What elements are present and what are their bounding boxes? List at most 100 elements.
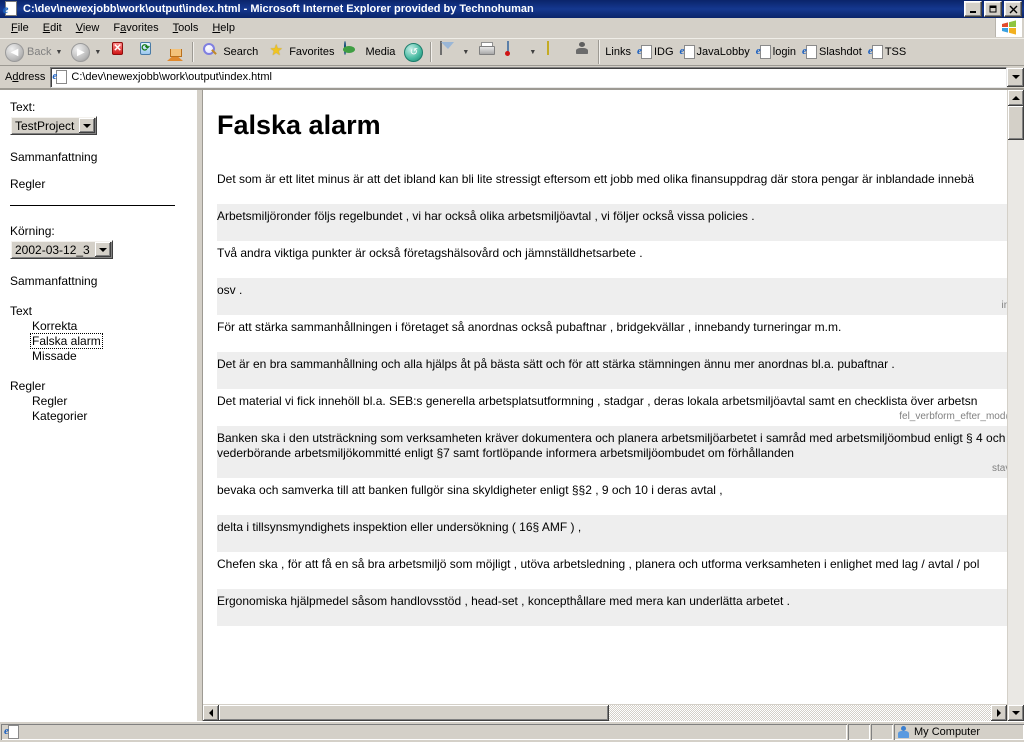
title-bar: e C:\dev\newexjobb\work\output\index.htm…	[0, 0, 1024, 18]
media-button[interactable]: Media	[338, 41, 399, 63]
discuss-button[interactable]	[540, 41, 568, 63]
sidebar-item-falska-alarm[interactable]: Falska alarm	[30, 333, 103, 349]
vertical-scroll-thumb[interactable]	[1008, 106, 1024, 140]
scroll-left-button[interactable]	[203, 705, 219, 721]
menu-edit[interactable]: Edit	[36, 20, 69, 36]
links-label: Links	[605, 46, 631, 58]
computer-icon	[897, 725, 910, 739]
refresh-button[interactable]: ⟳	[133, 41, 161, 63]
row-meta: sär4nn_nn@sär Läs mer	[217, 537, 1007, 549]
ie-page-icon: e	[802, 45, 818, 59]
ie-page-icon: e	[637, 45, 652, 59]
scroll-right-button[interactable]	[991, 705, 1007, 721]
toolbar-separator-2	[430, 42, 432, 62]
window-title: C:\dev\newexjobb\work\output\index.html …	[23, 3, 534, 15]
address-input[interactable]: e C:\dev\newexjobb\work\output\index.htm…	[50, 66, 1007, 88]
text-project-value: TestProject	[15, 118, 75, 133]
links-bar: Links e IDG e JavaLobby e login e Slashd…	[598, 40, 1024, 64]
sidebar-item-kategorier[interactable]: Kategorier	[32, 409, 188, 423]
row-sentence: bevaka och samverka till att banken full…	[217, 483, 723, 497]
horizontal-scroll-track[interactable]	[219, 705, 991, 721]
link-login[interactable]: e login	[754, 41, 800, 63]
history-button[interactable]: ↺	[399, 41, 427, 63]
text-project-select[interactable]: TestProject	[10, 116, 98, 135]
row-meta: stav1@stavning sär3ann_nnA@sär Läs mer	[217, 337, 1007, 349]
status-pane-2	[848, 724, 870, 740]
favorites-button[interactable]: ★ Favorites	[262, 41, 338, 63]
link-javalobby[interactable]: e JavaLobby	[678, 41, 754, 63]
minimize-button[interactable]	[964, 1, 982, 17]
table-row: delta i tillsynsmyndighets inspektion el…	[217, 515, 1007, 552]
security-zone-label: My Computer	[914, 726, 981, 738]
sidebar-link-regler-1[interactable]: Regler	[10, 177, 188, 191]
row-tags: stav1@stavning ej_modalt_ej_att@verb	[992, 463, 1007, 474]
forward-button[interactable]: ▶ ▼	[66, 41, 105, 63]
home-button[interactable]	[161, 41, 189, 63]
sidebar-link-sammanfattning-1[interactable]: Sammanfattning	[10, 150, 188, 164]
star-icon: ★	[269, 42, 283, 59]
standard-toolbar: ◀ Back ▼ ▶ ▼ ✕ ⟳ Search ★ Favorites Medi…	[0, 38, 1024, 66]
menu-help[interactable]: Help	[205, 20, 242, 36]
scroll-down-button[interactable]	[1008, 705, 1024, 721]
chevron-down-icon	[1012, 711, 1020, 715]
close-button[interactable]	[1004, 1, 1022, 17]
table-row: Det material vi fick innehöll bl.a. SEB:…	[217, 389, 1007, 426]
link-slashdot[interactable]: e Slashdot	[800, 41, 866, 63]
row-sentence: Det material vi fick innehöll bl.a. SEB:…	[217, 394, 978, 408]
vertical-scroll-track[interactable]	[1008, 140, 1024, 705]
history-icon: ↺	[403, 42, 424, 62]
search-button[interactable]: Search	[196, 41, 262, 63]
sidebar-item-korrekta[interactable]: Korrekta	[32, 319, 188, 333]
printer-icon	[477, 42, 497, 62]
media-label: Media	[365, 46, 396, 58]
messenger-button[interactable]	[568, 41, 596, 63]
menu-favorites[interactable]: Favorites	[106, 20, 165, 36]
toolbar-separator	[192, 42, 194, 62]
back-button[interactable]: ◀ Back ▼	[0, 41, 66, 63]
menu-view[interactable]: View	[69, 20, 107, 36]
menu-file[interactable]: FFileile	[4, 20, 36, 36]
row-meta: stav1@stavning Läs mer	[217, 374, 1007, 386]
row-sentence: Det som är ett litet minus är att det ib…	[217, 172, 975, 186]
vertical-scrollbar[interactable]	[1007, 90, 1024, 721]
horizontal-scrollbar[interactable]	[203, 704, 1007, 721]
security-zone-pane[interactable]: My Computer	[894, 724, 1024, 740]
scroll-up-button[interactable]	[1008, 90, 1024, 106]
page-title: Falska alarm	[217, 110, 381, 140]
table-row: bevaka och samverka till att banken full…	[217, 478, 1007, 515]
sidebar-item-regler[interactable]: Regler	[32, 394, 188, 408]
table-row: För att stärka sammanhållningen i företa…	[217, 315, 1007, 352]
row-meta: fel_verbform_efter_mod@verb kommatering2…	[217, 411, 1007, 423]
link-idg[interactable]: e IDG	[635, 41, 678, 63]
back-arrow-icon: ◀	[4, 42, 24, 62]
menu-tools[interactable]: Tools	[166, 20, 206, 36]
ie-page-icon: e	[52, 70, 68, 84]
edit-dropdown-icon[interactable]: ▼	[529, 49, 536, 56]
search-label: Search	[223, 46, 259, 58]
stop-button[interactable]: ✕	[105, 41, 133, 63]
ie-page-icon: e	[4, 725, 19, 739]
table-row: osv . inget_subjekt@verb inget_verb@verb…	[217, 278, 1007, 315]
text-project-dropdown-button[interactable]	[79, 118, 96, 133]
run-dropdown-button[interactable]	[94, 242, 111, 257]
back-dropdown-icon[interactable]: ▼	[55, 49, 62, 56]
mail-dropdown-icon[interactable]: ▼	[462, 49, 469, 56]
frame-splitter[interactable]	[196, 90, 203, 721]
link-tss[interactable]: e TSS	[866, 41, 910, 63]
table-row: Chefen ska , för att få en så bra arbets…	[217, 552, 1007, 589]
content-frame: Falska alarm Det som är ett litet minus …	[203, 90, 1007, 721]
sidebar-group-text-title: Text	[10, 304, 33, 318]
address-dropdown-button[interactable]	[1007, 67, 1024, 87]
run-select-label: Körning:	[10, 224, 55, 238]
restore-button[interactable]	[984, 1, 1002, 17]
chevron-up-icon	[1012, 96, 1020, 100]
mail-button[interactable]: ▼	[434, 41, 473, 63]
chevron-down-icon	[98, 247, 107, 252]
run-select[interactable]: 2002-03-12_3	[10, 240, 113, 259]
forward-dropdown-icon[interactable]: ▼	[94, 49, 101, 56]
print-button[interactable]	[473, 41, 501, 63]
sidebar-item-missade[interactable]: Missade	[32, 349, 188, 363]
sidebar-link-sammanfattning-2[interactable]: Sammanfattning	[10, 274, 188, 288]
horizontal-scroll-thumb[interactable]	[219, 705, 609, 721]
edit-button[interactable]: ▼	[501, 41, 540, 63]
